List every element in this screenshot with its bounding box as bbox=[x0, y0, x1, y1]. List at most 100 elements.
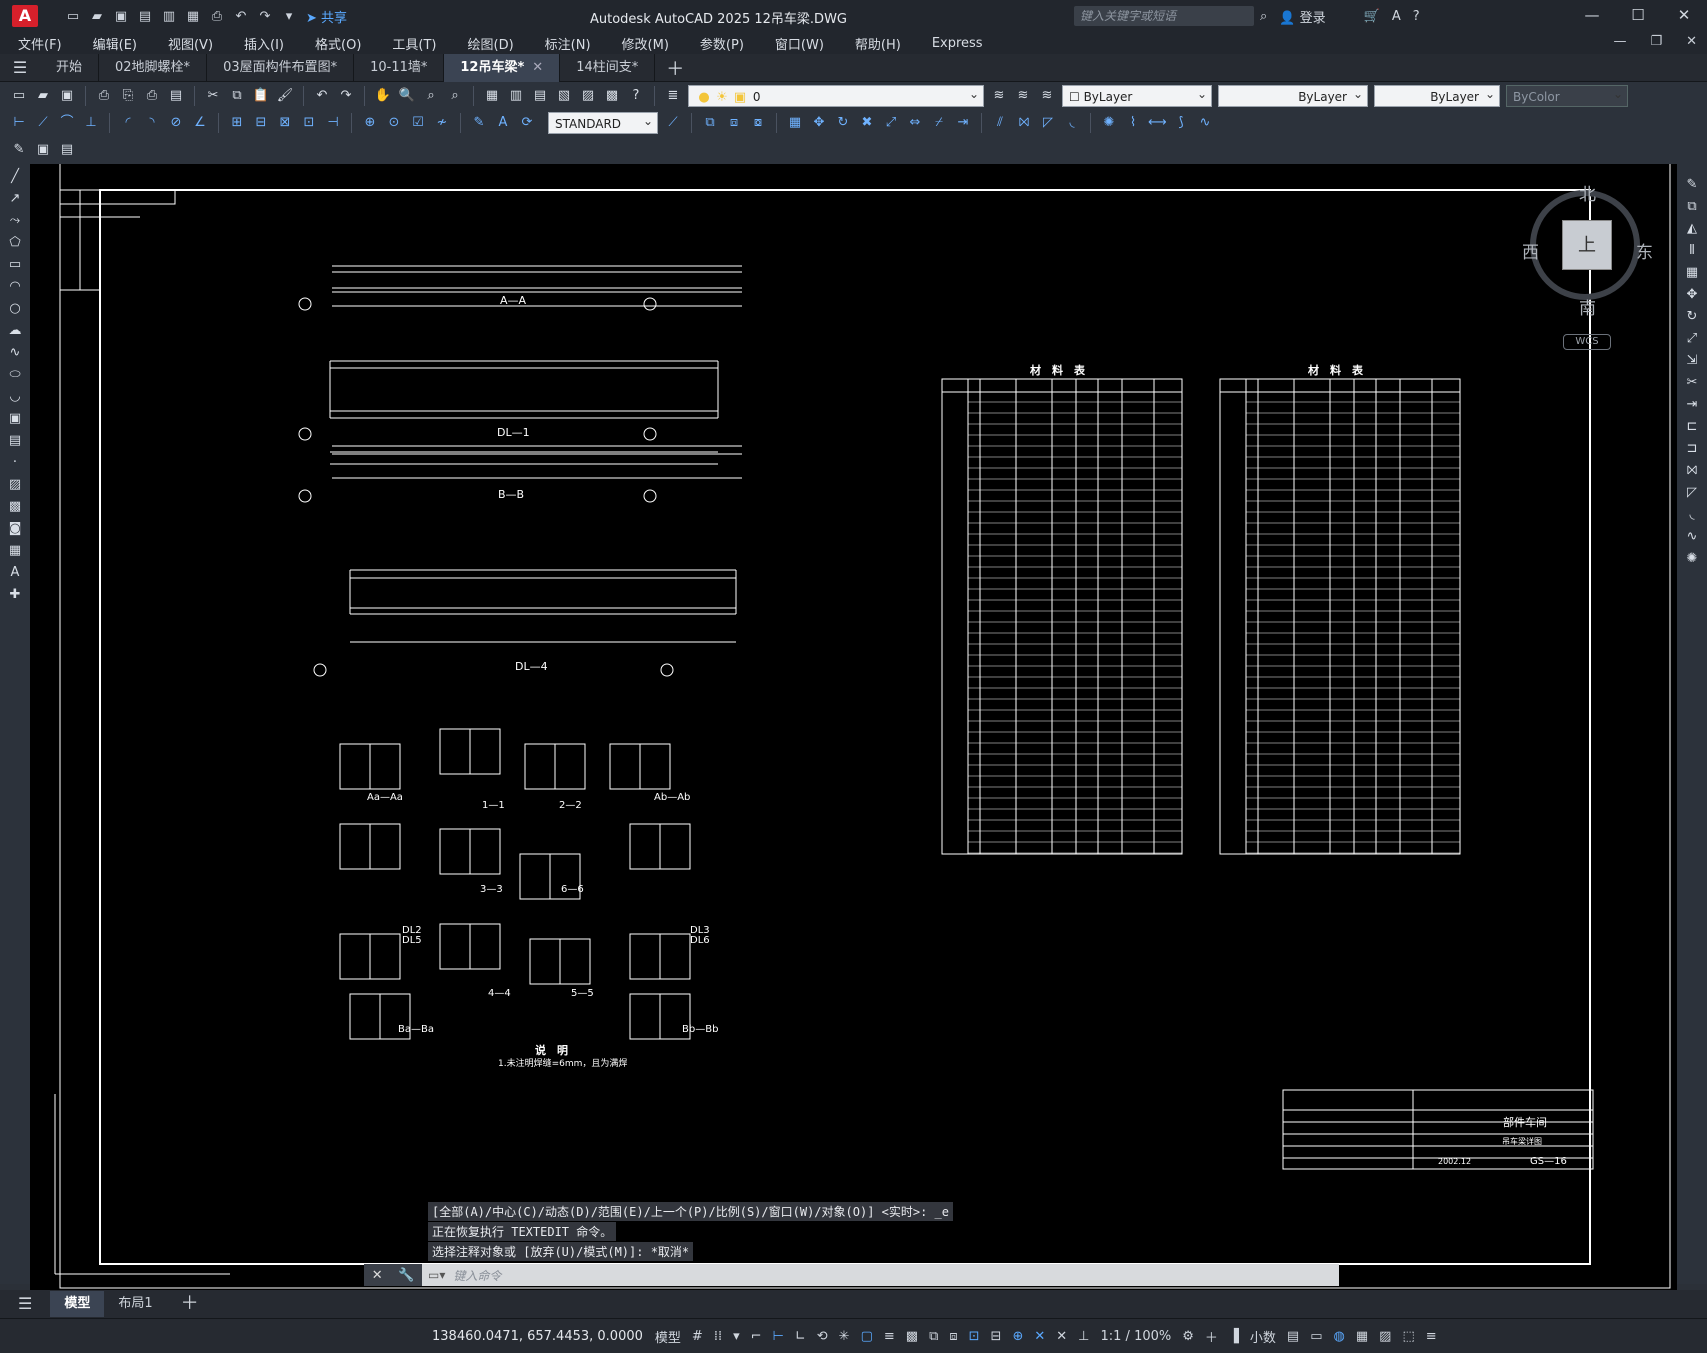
qnew-icon[interactable]: ▭ bbox=[10, 87, 28, 105]
dim-break-icon[interactable]: ⊣ bbox=[324, 114, 342, 132]
modify-mirror-icon[interactable]: ⧈ bbox=[725, 114, 743, 132]
menu-help[interactable]: 帮助(H) bbox=[837, 34, 914, 53]
dim-space-icon[interactable]: ⊡ bbox=[300, 114, 318, 132]
isodraft-icon[interactable]: ⟲ bbox=[817, 1329, 828, 1344]
menu-draw[interactable]: 绘图(D) bbox=[450, 34, 527, 53]
modify-lengthen-icon[interactable]: ⟷ bbox=[1148, 114, 1167, 132]
zoom-previous-icon[interactable]: ⌕ bbox=[446, 87, 464, 105]
units-icon[interactable]: ▐ bbox=[1229, 1329, 1239, 1344]
dynamic-ucs-icon[interactable]: ⊡ bbox=[969, 1329, 980, 1344]
revcloud-icon[interactable]: ☁ bbox=[6, 322, 24, 340]
settings-icon[interactable]: ⚙ bbox=[1182, 1329, 1194, 1344]
viewcube-west[interactable]: 西 bbox=[1522, 238, 1539, 263]
add-icon[interactable]: ＋ bbox=[1205, 1327, 1218, 1346]
tab-layout1[interactable]: 布局1 bbox=[104, 1291, 166, 1317]
dim-ordinate-icon[interactable]: ⊥ bbox=[82, 114, 100, 132]
lineweight-icon[interactable]: ≡ bbox=[884, 1329, 895, 1344]
menu-insert[interactable]: 插入(I) bbox=[226, 34, 297, 53]
trim-icon[interactable]: ✂ bbox=[1683, 374, 1701, 392]
polar-icon[interactable]: ∟ bbox=[795, 1329, 806, 1344]
units-value[interactable]: 小数 bbox=[1250, 1327, 1276, 1346]
add-selected-icon[interactable]: ✚ bbox=[6, 586, 24, 604]
dim-edit-icon[interactable]: ✎ bbox=[470, 114, 488, 132]
copy-icon[interactable]: ⧉ bbox=[228, 87, 246, 105]
tab-03[interactable]: 03屋面构件布置图* bbox=[207, 53, 355, 82]
pan-icon[interactable]: ✋ bbox=[374, 87, 392, 105]
plotstyle-dropdown[interactable]: ByColor bbox=[1506, 83, 1628, 107]
circle-icon[interactable]: ○ bbox=[6, 300, 24, 318]
new-tab-icon[interactable]: ＋ bbox=[655, 55, 695, 81]
textstyle-dropdown[interactable]: STANDARD bbox=[548, 110, 658, 134]
mdi-minimize-icon[interactable]: — bbox=[1613, 34, 1626, 49]
menu-icon[interactable]: ☰ bbox=[0, 58, 40, 77]
hatch-icon[interactable]: ▨ bbox=[6, 476, 24, 494]
cart-icon[interactable]: 🛒 bbox=[1364, 9, 1380, 24]
paste-icon[interactable]: 📋 bbox=[252, 87, 270, 105]
copy-icon[interactable]: ⧉ bbox=[1683, 198, 1701, 216]
dim-diameter-icon[interactable]: ⊘ bbox=[167, 114, 185, 132]
jogged-linear-icon[interactable]: ≁ bbox=[433, 114, 451, 132]
auto-scale-icon[interactable]: ✕ bbox=[1056, 1329, 1067, 1344]
tab-10-11[interactable]: 10-11墙* bbox=[354, 53, 445, 82]
dim-linear-icon[interactable]: ⊢ bbox=[10, 114, 28, 132]
hardware-acceleration-icon[interactable]: ▦ bbox=[1356, 1329, 1368, 1344]
coordinates-readout[interactable]: 138460.0471, 657.4453, 0.0000 bbox=[432, 1329, 643, 1344]
polygon-icon[interactable]: ⬠ bbox=[6, 234, 24, 252]
web-icon[interactable]: ▦ bbox=[184, 9, 202, 24]
selection-filter-icon[interactable]: ⊟ bbox=[991, 1329, 1002, 1344]
redo-icon[interactable]: ↷ bbox=[337, 87, 355, 105]
minimize-icon[interactable]: — bbox=[1569, 6, 1615, 24]
publish-icon[interactable]: ▥ bbox=[160, 9, 178, 24]
zoom-window-icon[interactable]: ⌕ bbox=[422, 87, 440, 105]
make-block-icon[interactable]: ▤ bbox=[6, 432, 24, 450]
close-icon[interactable]: ✕ bbox=[1661, 6, 1707, 24]
dim-text-edit-icon[interactable]: A bbox=[494, 114, 512, 132]
modify-stretch-icon[interactable]: ⇔ bbox=[906, 114, 924, 132]
layout-menu-icon[interactable]: ☰ bbox=[0, 1291, 50, 1317]
zoom-realtime-icon[interactable]: 🔍 bbox=[398, 87, 416, 105]
tab-12-active[interactable]: 12吊车梁* ✕ bbox=[444, 53, 561, 82]
menu-window[interactable]: 窗口(W) bbox=[757, 34, 837, 53]
menu-tools[interactable]: 工具(T) bbox=[374, 34, 449, 53]
open-icon[interactable]: ▰ bbox=[34, 87, 52, 105]
dim-style-icon[interactable]: ⟋ bbox=[664, 114, 682, 132]
viewcube-top-face[interactable]: 上 bbox=[1562, 220, 1612, 270]
modify-break-icon[interactable]: ⫽ bbox=[991, 114, 1009, 132]
model-space-button[interactable]: 模型 bbox=[655, 1327, 681, 1346]
region-icon[interactable]: ◙ bbox=[6, 520, 24, 538]
tab-02[interactable]: 02地脚螺栓* bbox=[99, 53, 208, 82]
tab-model[interactable]: 模型 bbox=[50, 1291, 105, 1317]
maximize-icon[interactable]: ☐ bbox=[1615, 6, 1661, 24]
modify-copy-icon[interactable]: ⧉ bbox=[701, 114, 719, 132]
grid-icon[interactable]: # bbox=[692, 1329, 703, 1344]
dropdown-icon[interactable]: ▾ bbox=[280, 9, 298, 24]
app-logo[interactable]: A bbox=[12, 5, 38, 27]
search-input[interactable]: 键入关键字或短语 bbox=[1074, 6, 1254, 26]
wcs-menu[interactable]: WCS bbox=[1563, 334, 1611, 350]
chamfer-icon[interactable]: ◸ bbox=[1683, 484, 1701, 502]
save-icon[interactable]: ▣ bbox=[112, 9, 130, 24]
menu-format[interactable]: 格式(O) bbox=[297, 34, 374, 53]
redo-icon[interactable]: ↷ bbox=[256, 9, 274, 24]
modify-blend-icon[interactable]: ⌇ bbox=[1124, 114, 1142, 132]
close-icon[interactable]: ✕ bbox=[372, 1268, 383, 1283]
plot-icon[interactable]: ⎙ bbox=[95, 87, 113, 105]
ellipse-arc-icon[interactable]: ◡ bbox=[6, 388, 24, 406]
plot-icon[interactable]: ⎙ bbox=[208, 9, 226, 24]
dim-jogged-icon[interactable]: ◝ bbox=[143, 114, 161, 132]
layer-state-icon[interactable]: ≋ bbox=[1038, 87, 1056, 105]
point-icon[interactable]: · bbox=[6, 454, 24, 472]
scale-icon[interactable]: ⤢ bbox=[1683, 330, 1701, 348]
tab-close-icon[interactable]: ✕ bbox=[532, 60, 543, 75]
menu-view[interactable]: 视图(V) bbox=[150, 34, 226, 53]
login-button[interactable]: 👤 登录 bbox=[1279, 7, 1325, 26]
menu-parametric[interactable]: 参数(P) bbox=[682, 34, 757, 53]
layer-properties-icon[interactable]: ≣ bbox=[664, 87, 682, 105]
annotation-scale-icon[interactable]: ⊥ bbox=[1078, 1329, 1089, 1344]
quick-dim-icon[interactable]: ⊞ bbox=[228, 114, 246, 132]
viewcube-south[interactable]: 南 bbox=[1579, 294, 1596, 319]
open-icon[interactable]: ▰ bbox=[88, 9, 106, 24]
menu-modify[interactable]: 修改(M) bbox=[604, 34, 682, 53]
viewcube-north[interactable]: 北 bbox=[1579, 180, 1596, 205]
dim-update-icon[interactable]: ⟳ bbox=[518, 114, 536, 132]
